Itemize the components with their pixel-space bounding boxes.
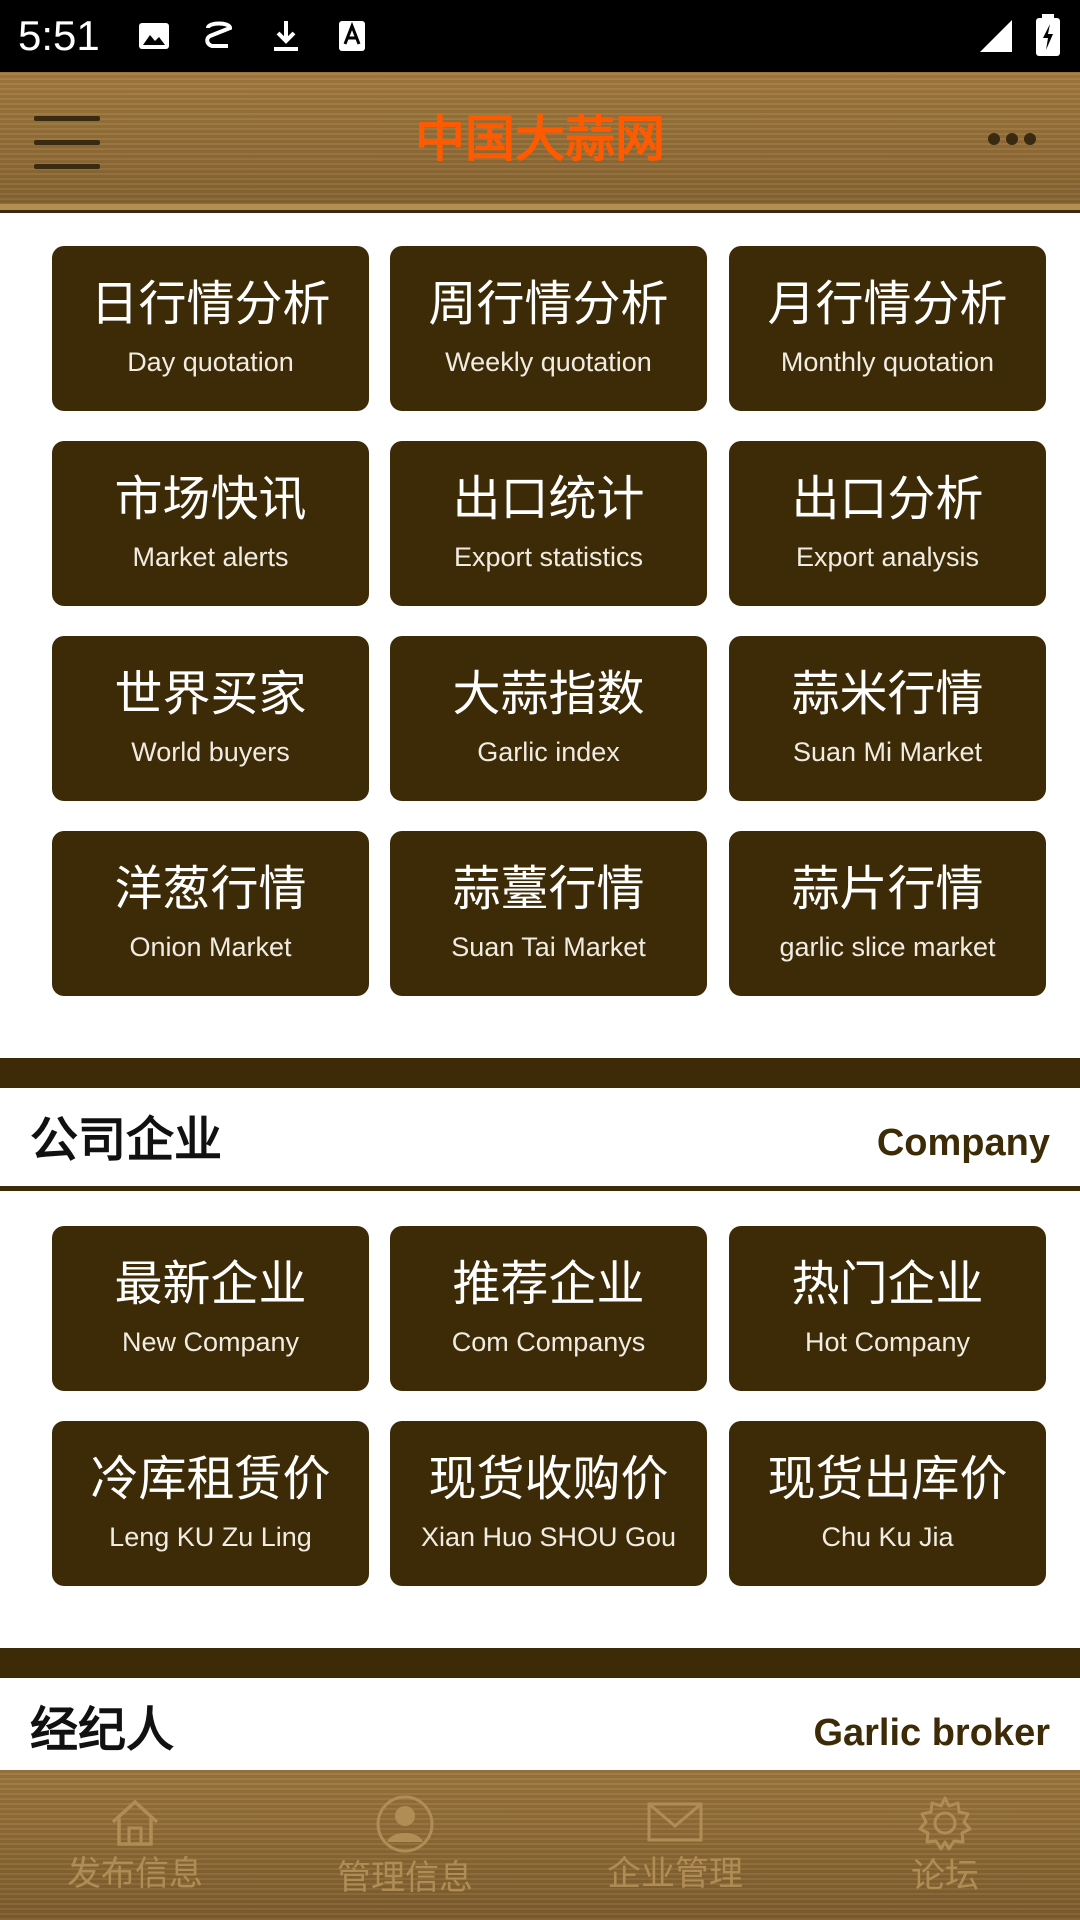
tile-sublabel: garlic slice market — [779, 932, 996, 962]
tile-sublabel: New Company — [121, 1327, 300, 1357]
tile-sublabel: Xian Huo SHOU Gou — [420, 1522, 677, 1552]
company-section-header: 公司企业 Company — [0, 1088, 1080, 1188]
broker-section-title: 经纪人 — [30, 1702, 175, 1758]
broker-section-title-en: Garlic broker — [813, 1712, 1050, 1754]
section-rule — [0, 1186, 1080, 1191]
tile-label: 热门企业 — [791, 1256, 984, 1312]
tile-sublabel: Day quotation — [127, 347, 294, 377]
more-horizontal-icon[interactable] — [988, 130, 1048, 150]
image-icon — [139, 23, 169, 49]
tile-sublabel: Suan Tai Market — [451, 932, 646, 962]
broker-section-header: 经纪人 Garlic broker — [0, 1678, 1080, 1778]
tile-button[interactable]: 洋葱行情 Onion Market — [52, 831, 369, 996]
tile-button[interactable]: 最新企业 New Company — [52, 1226, 369, 1391]
tile-sublabel: Chu Ku Jia — [821, 1522, 954, 1552]
tile-button[interactable]: 热门企业 Hot Company — [729, 1226, 1046, 1391]
nav-label: 论坛 — [911, 1856, 979, 1896]
tile-sublabel: Com Companys — [451, 1327, 646, 1357]
tile-sublabel: Export analysis — [795, 542, 980, 572]
tile-button[interactable]: 现货出库价 Chu Ku Jia — [729, 1421, 1046, 1586]
tile-sublabel: Monthly quotation — [780, 347, 995, 377]
tile-label: 冷库租赁价 — [90, 1451, 331, 1507]
gear-icon — [918, 1796, 972, 1851]
tile-label: 出口分析 — [791, 471, 984, 527]
tile-button[interactable]: 推荐企业 Com Companys — [390, 1226, 707, 1391]
tile-sublabel: World buyers — [131, 737, 290, 767]
tile-button[interactable]: 周行情分析 Weekly quotation — [390, 246, 707, 411]
tile-label: 周行情分析 — [428, 276, 669, 332]
user-icon — [376, 1795, 434, 1853]
tile-label: 蒜米行情 — [791, 666, 984, 722]
tile-sublabel: Market alerts — [132, 542, 289, 572]
tile-sublabel: Suan Mi Market — [792, 737, 983, 767]
tile-label: 洋葱行情 — [114, 861, 307, 917]
tile-label: 蒜片行情 — [791, 861, 984, 917]
nav-publish-info[interactable]: 发布信息 — [0, 1770, 270, 1920]
tile-button[interactable]: 蒜片行情 garlic slice market — [729, 831, 1046, 996]
mail-icon — [647, 1802, 703, 1842]
tile-button[interactable]: 冷库租赁价 Leng KU Zu Ling — [52, 1421, 369, 1586]
app-bar: 中国大蒜网 — [0, 72, 1080, 213]
status-time: 5:51 — [18, 12, 100, 59]
tile-label: 蒜薹行情 — [452, 861, 645, 917]
status-bar: 5:51 — [0, 0, 1080, 72]
tile-button[interactable]: 蒜米行情 Suan Mi Market — [729, 636, 1046, 801]
tile-label: 现货收购价 — [428, 1451, 669, 1507]
signal-icon — [980, 20, 1012, 52]
tile-button[interactable]: 市场快讯 Market alerts — [52, 441, 369, 606]
tile-label: 最新企业 — [114, 1256, 307, 1312]
nav-company-manage[interactable]: 企业管理 — [540, 1770, 810, 1920]
tile-sublabel: Onion Market — [129, 932, 292, 962]
tile-label: 市场快讯 — [114, 471, 307, 527]
home-icon — [111, 1799, 159, 1846]
bottom-nav: 发布信息 管理信息 企业管理 论坛 — [0, 1770, 1080, 1920]
section-divider-band — [0, 1058, 1080, 1088]
nav-forum[interactable]: 论坛 — [810, 1770, 1080, 1920]
nav-label: 企业管理 — [607, 1854, 743, 1894]
section-divider-band — [0, 1648, 1080, 1678]
tile-button[interactable]: 世界买家 World buyers — [52, 636, 369, 801]
tile-button[interactable]: 月行情分析 Monthly quotation — [729, 246, 1046, 411]
font-a-icon — [339, 21, 365, 51]
tile-label: 世界买家 — [114, 666, 307, 722]
tile-button[interactable]: 现货收购价 Xian Huo SHOU Gou — [390, 1421, 707, 1586]
tile-label: 日行情分析 — [90, 276, 331, 332]
battery-icon — [1036, 14, 1060, 56]
company-section-title-en: Company — [876, 1122, 1050, 1164]
tile-label: 出口统计 — [452, 471, 645, 527]
tile-label: 推荐企业 — [452, 1256, 645, 1312]
tile-label: 月行情分析 — [767, 276, 1008, 332]
nav-label: 发布信息 — [67, 1854, 203, 1894]
tile-button[interactable]: 出口统计 Export statistics — [390, 441, 707, 606]
download-icon — [274, 21, 298, 51]
tile-button[interactable]: 大蒜指数 Garlic index — [390, 636, 707, 801]
tile-sublabel: Export statistics — [453, 542, 644, 572]
nav-label: 管理信息 — [337, 1858, 473, 1898]
tile-label: 现货出库价 — [767, 1451, 1008, 1507]
app-title: 中国大蒜网 — [415, 110, 665, 168]
s-app-icon — [205, 21, 233, 48]
company-section-title: 公司企业 — [30, 1112, 223, 1168]
tile-sublabel: Weekly quotation — [445, 347, 652, 377]
nav-manage-info[interactable]: 管理信息 — [270, 1770, 540, 1920]
tile-sublabel: Leng KU Zu Ling — [109, 1522, 312, 1552]
tile-button[interactable]: 出口分析 Export analysis — [729, 441, 1046, 606]
tile-sublabel: Garlic index — [477, 737, 620, 767]
tile-button[interactable]: 蒜薹行情 Suan Tai Market — [390, 831, 707, 996]
tile-sublabel: Hot Company — [804, 1327, 971, 1357]
tile-button[interactable]: 日行情分析 Day quotation — [52, 246, 369, 411]
tile-label: 大蒜指数 — [452, 666, 645, 722]
